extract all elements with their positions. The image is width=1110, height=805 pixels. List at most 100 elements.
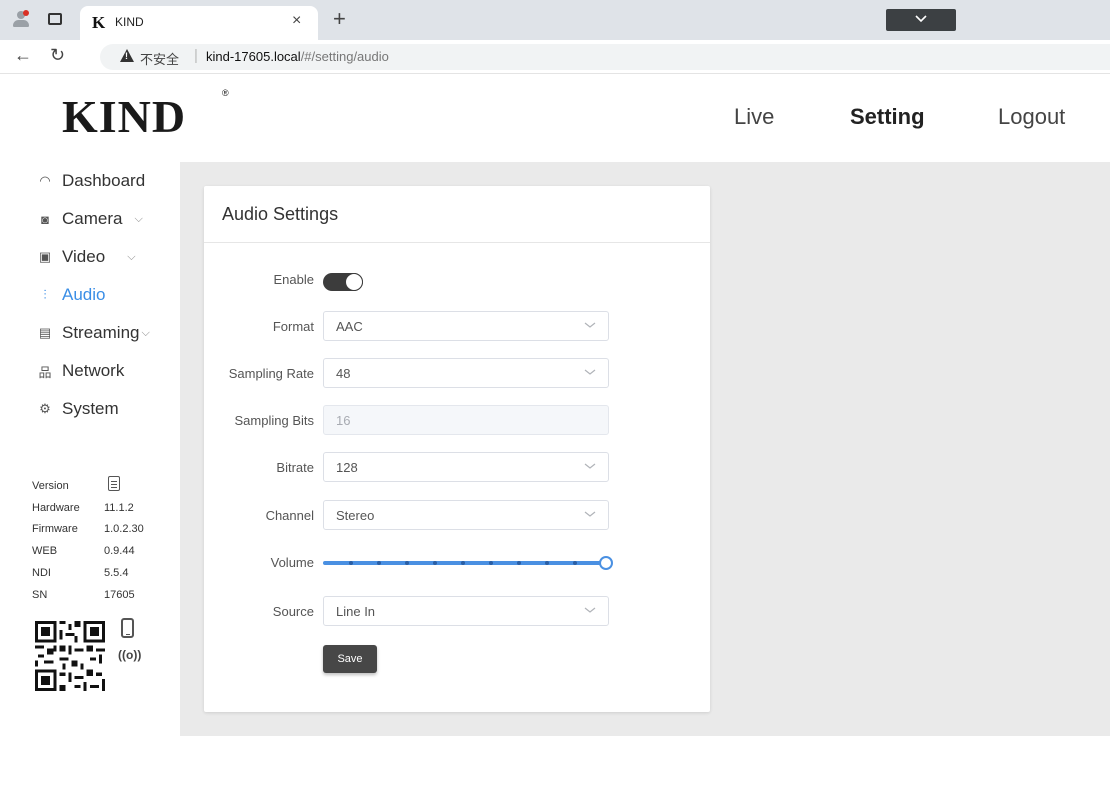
format-label: Format — [272, 319, 314, 334]
chevron-down-icon — [584, 463, 596, 469]
audio-icon: ⫶ — [43, 287, 47, 302]
volume-stop — [517, 561, 521, 565]
chevron-down-icon: ⌵ — [141, 326, 150, 339]
sidebar-item-network[interactable]: 品 Network — [36, 359, 124, 383]
volume-stop — [405, 561, 409, 565]
camera-icon: ◙ — [41, 211, 49, 227]
volume-stop — [461, 561, 465, 565]
volume-stop — [433, 561, 437, 565]
sidebar-item-label: Audio — [62, 285, 106, 304]
reload-icon[interactable]: ↻ — [50, 45, 65, 66]
tab-close-icon[interactable]: × — [292, 12, 301, 30]
system-icon: ⚙ — [39, 401, 51, 416]
ndi-value: 5.5.4 — [104, 567, 129, 579]
url-separator: | — [194, 47, 198, 64]
hardware-value: 11.1.2 — [104, 502, 134, 514]
volume-slider[interactable] — [323, 556, 613, 570]
sidebar-item-label: System — [62, 399, 119, 418]
sn-label: SN — [32, 589, 48, 601]
volume-stop — [573, 561, 577, 565]
sampling-rate-value: 48 — [336, 366, 351, 381]
sidebar-item-label: Streaming — [62, 323, 140, 342]
sampling-bits-label: Sampling Bits — [234, 413, 314, 428]
chevron-down-icon — [584, 607, 596, 613]
back-arrow-icon[interactable]: ← — [14, 45, 32, 66]
info-hardware: Hardware 11.1.2 — [32, 502, 134, 514]
info-ndi: NDI 5.5.4 — [32, 567, 128, 579]
kind-favicon-icon: K — [92, 13, 106, 32]
chevron-down-icon — [584, 369, 596, 375]
sampling-bits-value: 16 — [336, 413, 351, 428]
audio-settings-card: Audio Settings Enable Format AAC Samplin… — [204, 186, 710, 712]
version-label: Version — [32, 480, 69, 492]
warning-icon — [120, 49, 134, 62]
browser-tab-bar: K KIND × + — [0, 0, 1110, 40]
video-icon: ▣ — [38, 249, 52, 264]
new-tab-button[interactable]: + — [333, 6, 346, 32]
sidebar-item-system[interactable]: ⚙ System — [36, 397, 119, 421]
copy-icon[interactable] — [108, 476, 120, 491]
volume-stop — [349, 561, 353, 565]
browser-tab[interactable]: K KIND × — [80, 6, 318, 40]
card-divider — [204, 242, 710, 243]
sampling-bits-field: 16 — [323, 405, 609, 435]
sidebar-item-audio[interactable]: ⫶ Audio — [36, 283, 105, 307]
chevron-down-icon — [584, 322, 596, 328]
broadcast-signal-icon[interactable]: ((o)) — [118, 648, 141, 662]
info-web: WEB 0.9.44 — [32, 545, 135, 557]
enable-toggle[interactable] — [323, 273, 363, 291]
chevron-down-icon: ⌵ — [127, 250, 136, 263]
source-select[interactable]: Line In — [323, 596, 609, 626]
sidebar-item-streaming[interactable]: ▤ Streaming ⌵ — [36, 321, 150, 345]
card-title: Audio Settings — [222, 204, 339, 224]
streaming-icon: ▤ — [38, 325, 52, 340]
nav-setting[interactable]: Setting — [850, 104, 925, 130]
channel-value: Stereo — [336, 508, 375, 523]
sidebar-item-label: Camera — [62, 209, 123, 228]
format-select[interactable]: AAC — [323, 311, 609, 341]
tab-search-button[interactable] — [886, 9, 956, 31]
sidebar-item-camera[interactable]: ◙ Camera ⌵ — [36, 207, 143, 231]
sidebar-item-label: Dashboard — [62, 171, 146, 190]
info-version: Version — [32, 480, 69, 492]
volume-stop — [489, 561, 493, 565]
enable-label: Enable — [273, 272, 314, 287]
chevron-down-icon — [584, 511, 596, 517]
nav-logout[interactable]: Logout — [998, 104, 1065, 130]
tab-actions-icon[interactable] — [48, 13, 62, 25]
sidebar-item-label: Network — [62, 361, 125, 380]
sidebar-item-video[interactable]: ▣ Video ⌵ — [36, 245, 136, 269]
save-button[interactable]: Save — [323, 645, 377, 673]
volume-label: Volume — [270, 555, 314, 570]
info-sn: SN 17605 — [32, 589, 135, 601]
format-value: AAC — [336, 319, 363, 334]
ndi-label: NDI — [32, 567, 51, 579]
firmware-value: 1.0.2.30 — [104, 523, 144, 535]
web-value: 0.9.44 — [104, 545, 135, 557]
network-icon: 品 — [38, 364, 52, 380]
volume-stop — [377, 561, 381, 565]
sidebar-item-label: Video — [62, 247, 106, 266]
toggle-knob — [345, 273, 363, 291]
sampling-rate-select[interactable]: 48 — [323, 358, 609, 388]
profile-avatar-icon[interactable] — [12, 10, 30, 28]
url-text: kind-17605.local/#/setting/audio — [206, 49, 389, 64]
volume-slider-handle[interactable] — [599, 556, 613, 570]
channel-label: Channel — [265, 508, 314, 523]
info-firmware: Firmware 1.0.2.30 — [32, 523, 144, 535]
url-host: kind-17605.local — [206, 49, 301, 64]
firmware-label: Firmware — [32, 523, 78, 535]
nav-live[interactable]: Live — [734, 104, 774, 130]
tab-title: KIND — [115, 15, 144, 29]
channel-select[interactable]: Stereo — [323, 500, 609, 530]
qr-code-icon — [32, 618, 108, 694]
sidebar-item-dashboard[interactable]: ◠ Dashboard — [36, 169, 145, 193]
mobile-phone-icon[interactable] — [121, 618, 134, 638]
kind-logo: KIND — [62, 91, 187, 142]
security-label[interactable]: 不安全 — [140, 49, 179, 68]
source-label: Source — [272, 604, 314, 619]
chevron-down-icon: ⌵ — [134, 212, 143, 225]
source-value: Line In — [336, 604, 376, 619]
bitrate-select[interactable]: 128 — [323, 452, 609, 482]
url-field[interactable]: 不安全 | kind-17605.local/#/setting/audio — [100, 44, 1110, 70]
